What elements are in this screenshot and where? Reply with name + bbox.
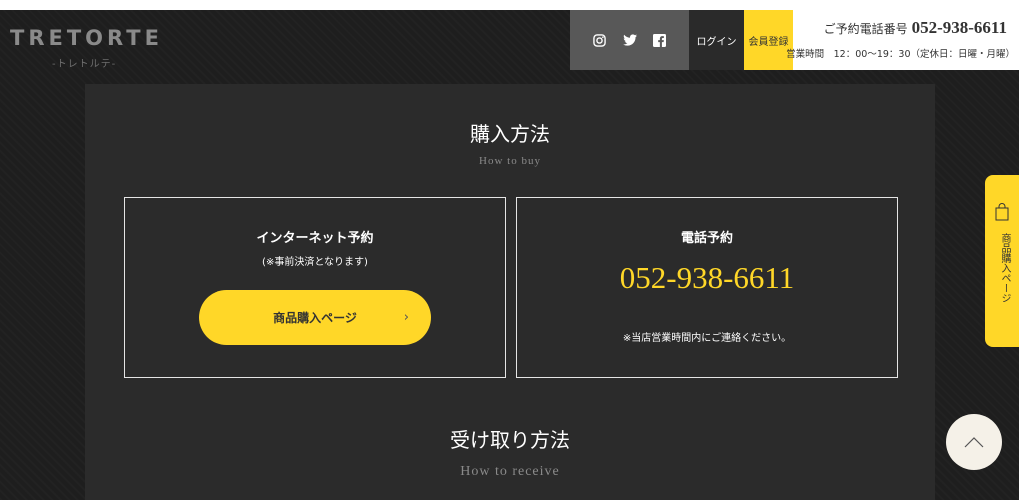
login-link[interactable]: ログイン xyxy=(689,10,744,70)
site-logo[interactable]: TRETORTE -トレトルテ- xyxy=(10,26,163,71)
tel-label: ご予約電話番号 xyxy=(823,22,908,36)
chevron-right-icon: › xyxy=(403,310,409,325)
register-link[interactable]: 会員登録 xyxy=(744,10,793,70)
phone-order-note: ※当店営業時間内にご連絡ください。 xyxy=(622,333,792,344)
product-purchase-button[interactable]: 商品購入ページ › xyxy=(199,290,431,345)
internet-order-title: インターネット予約 xyxy=(256,231,374,246)
phone-order-number[interactable]: 052-938-6611 xyxy=(517,260,897,296)
logo-text: TRETORTE xyxy=(10,26,163,50)
shopping-bag-icon xyxy=(995,203,1009,225)
instagram-icon[interactable] xyxy=(593,33,607,47)
scroll-to-top-button[interactable] xyxy=(946,414,1002,470)
tel-line: ご予約電話番号 052-938-6611 xyxy=(824,18,1007,38)
side-tab-label: 商品購入ページ xyxy=(999,233,1010,303)
header-tel-number[interactable]: 052-938-6611 xyxy=(912,18,1007,37)
phone-order-card: 電話予約 052-938-6611 ※当店営業時間内にご連絡ください。 xyxy=(516,197,898,378)
purchase-section-title: 購入方法 xyxy=(470,122,550,146)
phone-order-title: 電話予約 xyxy=(680,231,733,246)
twitter-icon[interactable] xyxy=(622,33,637,47)
receive-section-title: 受け取り方法 xyxy=(450,428,570,452)
product-purchase-button-label: 商品購入ページ xyxy=(273,311,357,325)
side-purchase-tab[interactable]: 商品購入ページ xyxy=(985,175,1019,347)
receive-section-subtitle: How to receive xyxy=(460,464,560,479)
main-content-panel: 購入方法 How to buy インターネット予約 (※事前決済となります) 商… xyxy=(85,84,935,500)
business-hours: 営業時間 12：00〜19：30（定休日：日曜・月曜） xyxy=(786,49,1015,60)
facebook-icon[interactable] xyxy=(653,33,667,47)
internet-order-note: (※事前決済となります) xyxy=(262,257,368,268)
header-tel-block: ご予約電話番号 052-938-6611 営業時間 12：00〜19：30（定休日… xyxy=(786,10,1019,70)
purchase-section-subtitle: How to buy xyxy=(479,155,541,167)
internet-order-card: インターネット予約 (※事前決済となります) 商品購入ページ › xyxy=(124,197,506,378)
social-links xyxy=(570,10,689,70)
logo-subtext: -トレトルテ- xyxy=(52,59,117,70)
chevron-up-icon xyxy=(964,433,984,452)
top-white-strip xyxy=(0,0,1019,10)
